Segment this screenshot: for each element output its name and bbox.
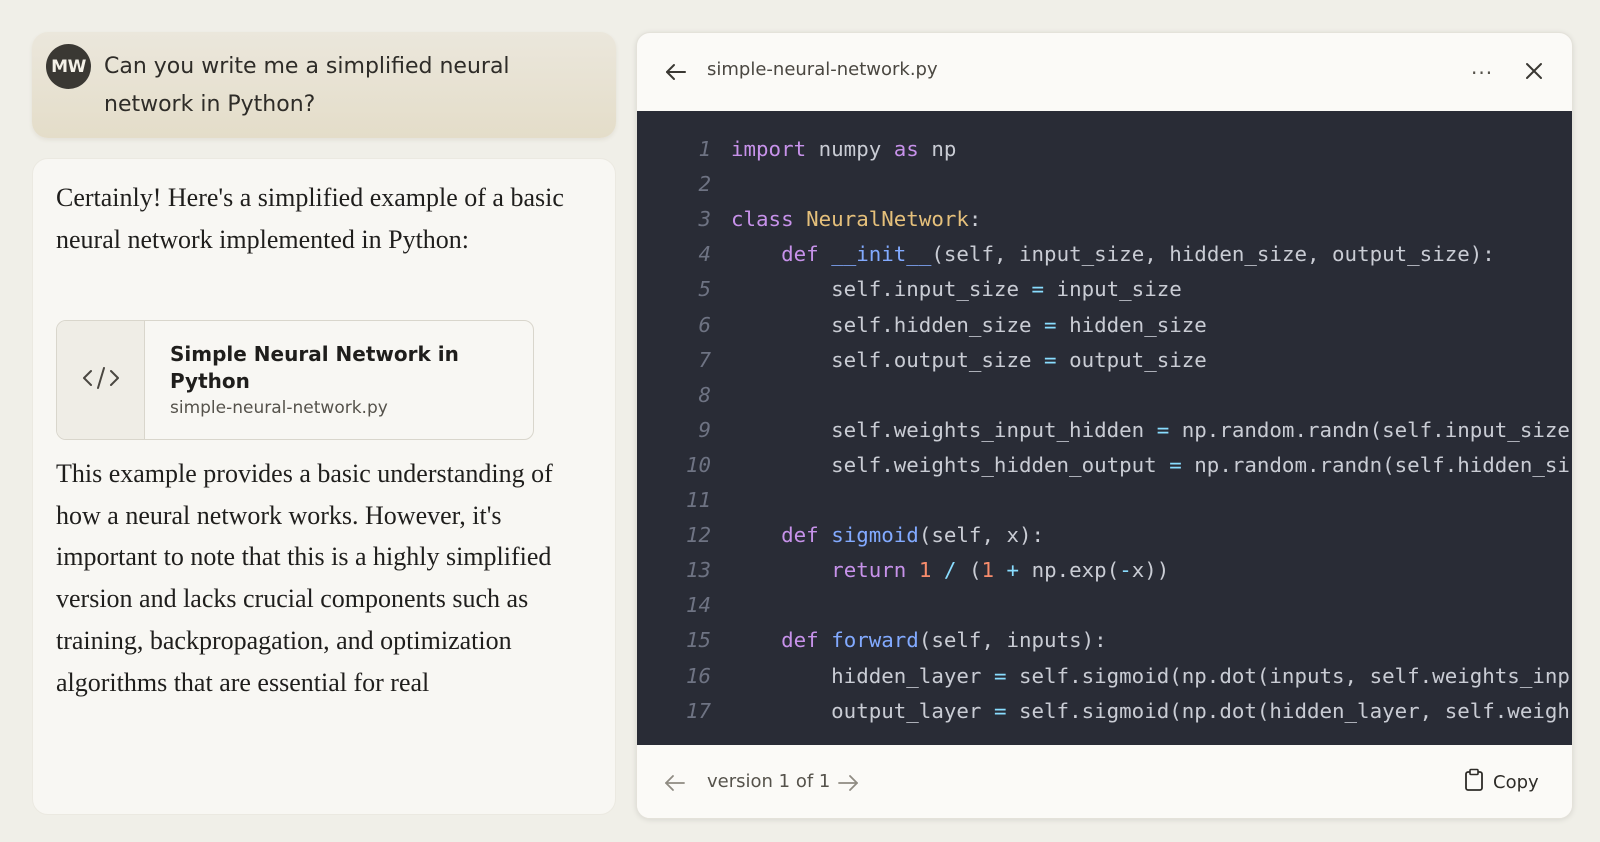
code-text: self.output_size = output_size [731, 347, 1207, 372]
line-number: 1 [698, 137, 711, 161]
code-text: output_layer = self.sigmoid(np.dot(hidde… [731, 698, 1570, 723]
assistant-body-text: This example provides a basic understand… [56, 459, 553, 697]
code-line: 15 def forward(self, inputs): [637, 622, 1572, 658]
code-line: 13 return 1 / (1 + np.exp(-x)) [637, 552, 1572, 588]
user-message: MW Can you write me a simplified neural … [32, 32, 616, 138]
line-number: 4 [698, 242, 711, 267]
line-number: 5 [698, 277, 711, 302]
code-line: 6 self.hidden_size = hidden_size [637, 307, 1572, 343]
code-text: def __init__(self, input_size, hidden_si… [781, 242, 1495, 267]
line-number: 3 [698, 207, 711, 232]
code-icon [81, 363, 121, 398]
code-line: 5 self.input_size = input_size [637, 271, 1572, 307]
clipboard-icon [1464, 768, 1484, 797]
code-line: 7 self.output_size = output_size [637, 342, 1572, 378]
code-text: return 1 / (1 + np.exp(-x)) [831, 558, 1170, 583]
copy-label: Copy [1493, 771, 1539, 793]
line-number: 6 [698, 312, 711, 337]
code-text: self.input_size = input_size [731, 277, 1182, 302]
artifact-info: Simple Neural Network in Python simple-n… [145, 321, 510, 439]
user-avatar[interactable]: MW [46, 44, 91, 89]
line-number: 8 [698, 382, 711, 407]
code-line: 14 [637, 587, 1572, 623]
line-number: 14 [685, 593, 711, 618]
panel-header: simple-neural-network.py ··· [637, 33, 1572, 111]
code-line: 2 [637, 166, 1572, 202]
previous-version-icon[interactable] [663, 771, 687, 795]
panel-filename: simple-neural-network.py [707, 59, 938, 80]
artifact-card[interactable]: Simple Neural Network in Python simple-n… [56, 320, 534, 440]
assistant-message: Certainly! Here's a simplified example o… [32, 158, 616, 815]
line-number: 16 [685, 663, 711, 688]
user-message-text: Can you write me a simplified neural net… [104, 54, 510, 117]
line-number: 12 [685, 523, 711, 548]
assistant-intro-text: Certainly! Here's a simplified example o… [56, 183, 564, 254]
line-number: 7 [698, 347, 711, 372]
panel-footer: version 1 of 1 Copy [637, 745, 1572, 818]
code-line: 16 hidden_layer = self.sigmoid(np.dot(in… [637, 658, 1572, 694]
code-text: def forward(self, inputs): [781, 628, 1107, 653]
code-text: self.weights_hidden_output = np.random.r… [731, 452, 1570, 477]
code-text: import numpy as np [731, 137, 957, 161]
code-text: self.hidden_size = hidden_size [731, 312, 1207, 337]
copy-button[interactable]: Copy [1464, 767, 1539, 797]
line-number: 10 [685, 452, 711, 477]
next-version-icon[interactable] [836, 771, 860, 795]
line-number: 17 [685, 698, 711, 723]
code-line: 1 import numpy as np [637, 131, 1572, 167]
code-text: self.weights_input_hidden = np.random.ra… [731, 417, 1570, 442]
code-line: 12 def sigmoid(self, x): [637, 517, 1572, 553]
code-text: hidden_layer = self.sigmoid(np.dot(input… [731, 663, 1570, 688]
code-line: 8 [637, 377, 1572, 413]
code-line: 10 self.weights_hidden_output = np.rando… [637, 447, 1572, 483]
artifact-title: Simple Neural Network in Python [170, 342, 459, 393]
code-artifact-panel: simple-neural-network.py ··· 1 import num… [636, 32, 1573, 819]
line-number: 9 [698, 417, 711, 442]
code-line: 3 class NeuralNetwork: [637, 201, 1572, 237]
line-number: 15 [685, 628, 711, 653]
code-viewer[interactable]: 1 import numpy as np 2 3 class NeuralNetwork… [637, 111, 1572, 745]
artifact-icon-box [57, 321, 145, 439]
code-line: 17 output_layer = self.sigmoid(np.dot(hi… [637, 693, 1572, 729]
code-line: 11 [637, 482, 1572, 518]
code-text: class NeuralNetwork: [731, 207, 982, 232]
close-icon[interactable] [1521, 58, 1547, 84]
line-number: 2 [698, 172, 711, 197]
line-number: 11 [685, 488, 711, 512]
code-text: def sigmoid(self, x): [781, 523, 1045, 548]
arrow-left-icon[interactable] [663, 59, 689, 85]
more-options-icon[interactable]: ··· [1471, 61, 1493, 85]
line-number: 13 [685, 558, 711, 583]
version-label: version 1 of 1 [707, 771, 831, 792]
code-line: 9 self.weights_input_hidden = np.random.… [637, 412, 1572, 448]
code-line: 4 def __init__(self, input_size, hidden_… [637, 236, 1572, 272]
artifact-filename: simple-neural-network.py [170, 398, 388, 418]
